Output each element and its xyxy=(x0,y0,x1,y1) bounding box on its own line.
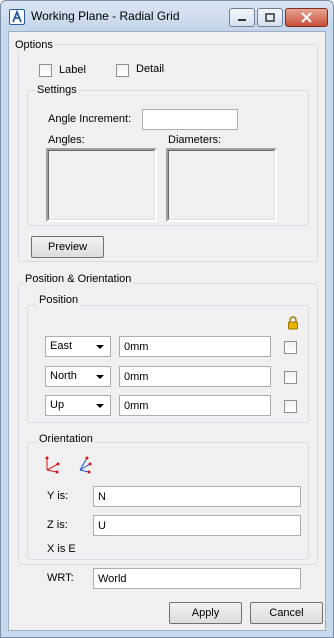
options-group-label: Options xyxy=(13,39,55,51)
north-offset-input[interactable] xyxy=(119,366,271,387)
window-title: Working Plane - Radial Grid xyxy=(31,9,180,23)
up-lock-checkbox[interactable] xyxy=(284,400,297,413)
up-direction-value: Up xyxy=(50,399,65,411)
north-lock-checkbox[interactable] xyxy=(284,371,297,384)
close-icon xyxy=(301,12,312,23)
diameters-listbox[interactable] xyxy=(166,148,277,222)
detail-checkbox[interactable] xyxy=(116,64,129,77)
wrt-label: WRT: xyxy=(47,572,74,584)
position-orientation-group-label: Position & Orientation xyxy=(23,273,134,285)
dialog-window: Working Plane - Radial Grid Options Labe… xyxy=(0,0,334,638)
axis-left-handed-icon[interactable] xyxy=(43,454,61,474)
up-direction-select[interactable]: Up xyxy=(45,395,111,416)
axis-right-handed-icon[interactable] xyxy=(75,454,93,474)
minimize-icon xyxy=(238,19,246,21)
preview-button[interactable]: Preview xyxy=(31,236,104,258)
north-direction-value: North xyxy=(50,370,77,382)
chevron-down-icon xyxy=(96,404,104,408)
cancel-button[interactable]: Cancel xyxy=(250,602,323,624)
east-lock-checkbox[interactable] xyxy=(284,341,297,354)
z-axis-label: Z is: xyxy=(47,519,68,531)
diameters-label: Diameters: xyxy=(168,134,222,146)
up-offset-input[interactable] xyxy=(119,395,271,416)
east-direction-select[interactable]: East xyxy=(45,336,111,357)
minimize-button[interactable] xyxy=(229,8,255,27)
position-group-label: Position xyxy=(37,294,81,306)
apply-button[interactable]: Apply xyxy=(169,602,242,624)
lock-icon[interactable] xyxy=(286,316,300,330)
angle-increment-label: Angle Increment: xyxy=(48,113,132,125)
angle-increment-input[interactable] xyxy=(142,109,238,130)
dialog-client-area: Options Label Detail Settings Angle Incr… xyxy=(8,31,326,631)
orientation-group-label: Orientation xyxy=(37,433,95,445)
wrt-input[interactable] xyxy=(93,568,301,589)
label-checkbox[interactable] xyxy=(39,64,52,77)
north-direction-select[interactable]: North xyxy=(45,366,111,387)
y-axis-input[interactable] xyxy=(93,486,301,507)
z-axis-input[interactable] xyxy=(93,515,301,536)
chevron-down-icon xyxy=(96,375,104,379)
angles-listbox[interactable] xyxy=(46,148,157,222)
settings-group-label: Settings xyxy=(35,84,79,96)
x-axis-text: X is E xyxy=(47,543,76,555)
close-button[interactable] xyxy=(285,8,328,27)
angles-label: Angles: xyxy=(48,134,85,146)
east-direction-value: East xyxy=(50,340,73,352)
chevron-down-icon xyxy=(96,345,104,349)
maximize-button[interactable] xyxy=(257,8,283,27)
app-logo-icon xyxy=(9,9,25,25)
detail-checkbox-label: Detail xyxy=(136,63,165,75)
east-offset-input[interactable] xyxy=(119,336,271,357)
maximize-icon xyxy=(265,13,275,22)
title-bar[interactable]: Working Plane - Radial Grid xyxy=(1,1,333,31)
label-checkbox-label: Label xyxy=(59,64,86,76)
y-axis-label: Y is: xyxy=(47,490,69,502)
